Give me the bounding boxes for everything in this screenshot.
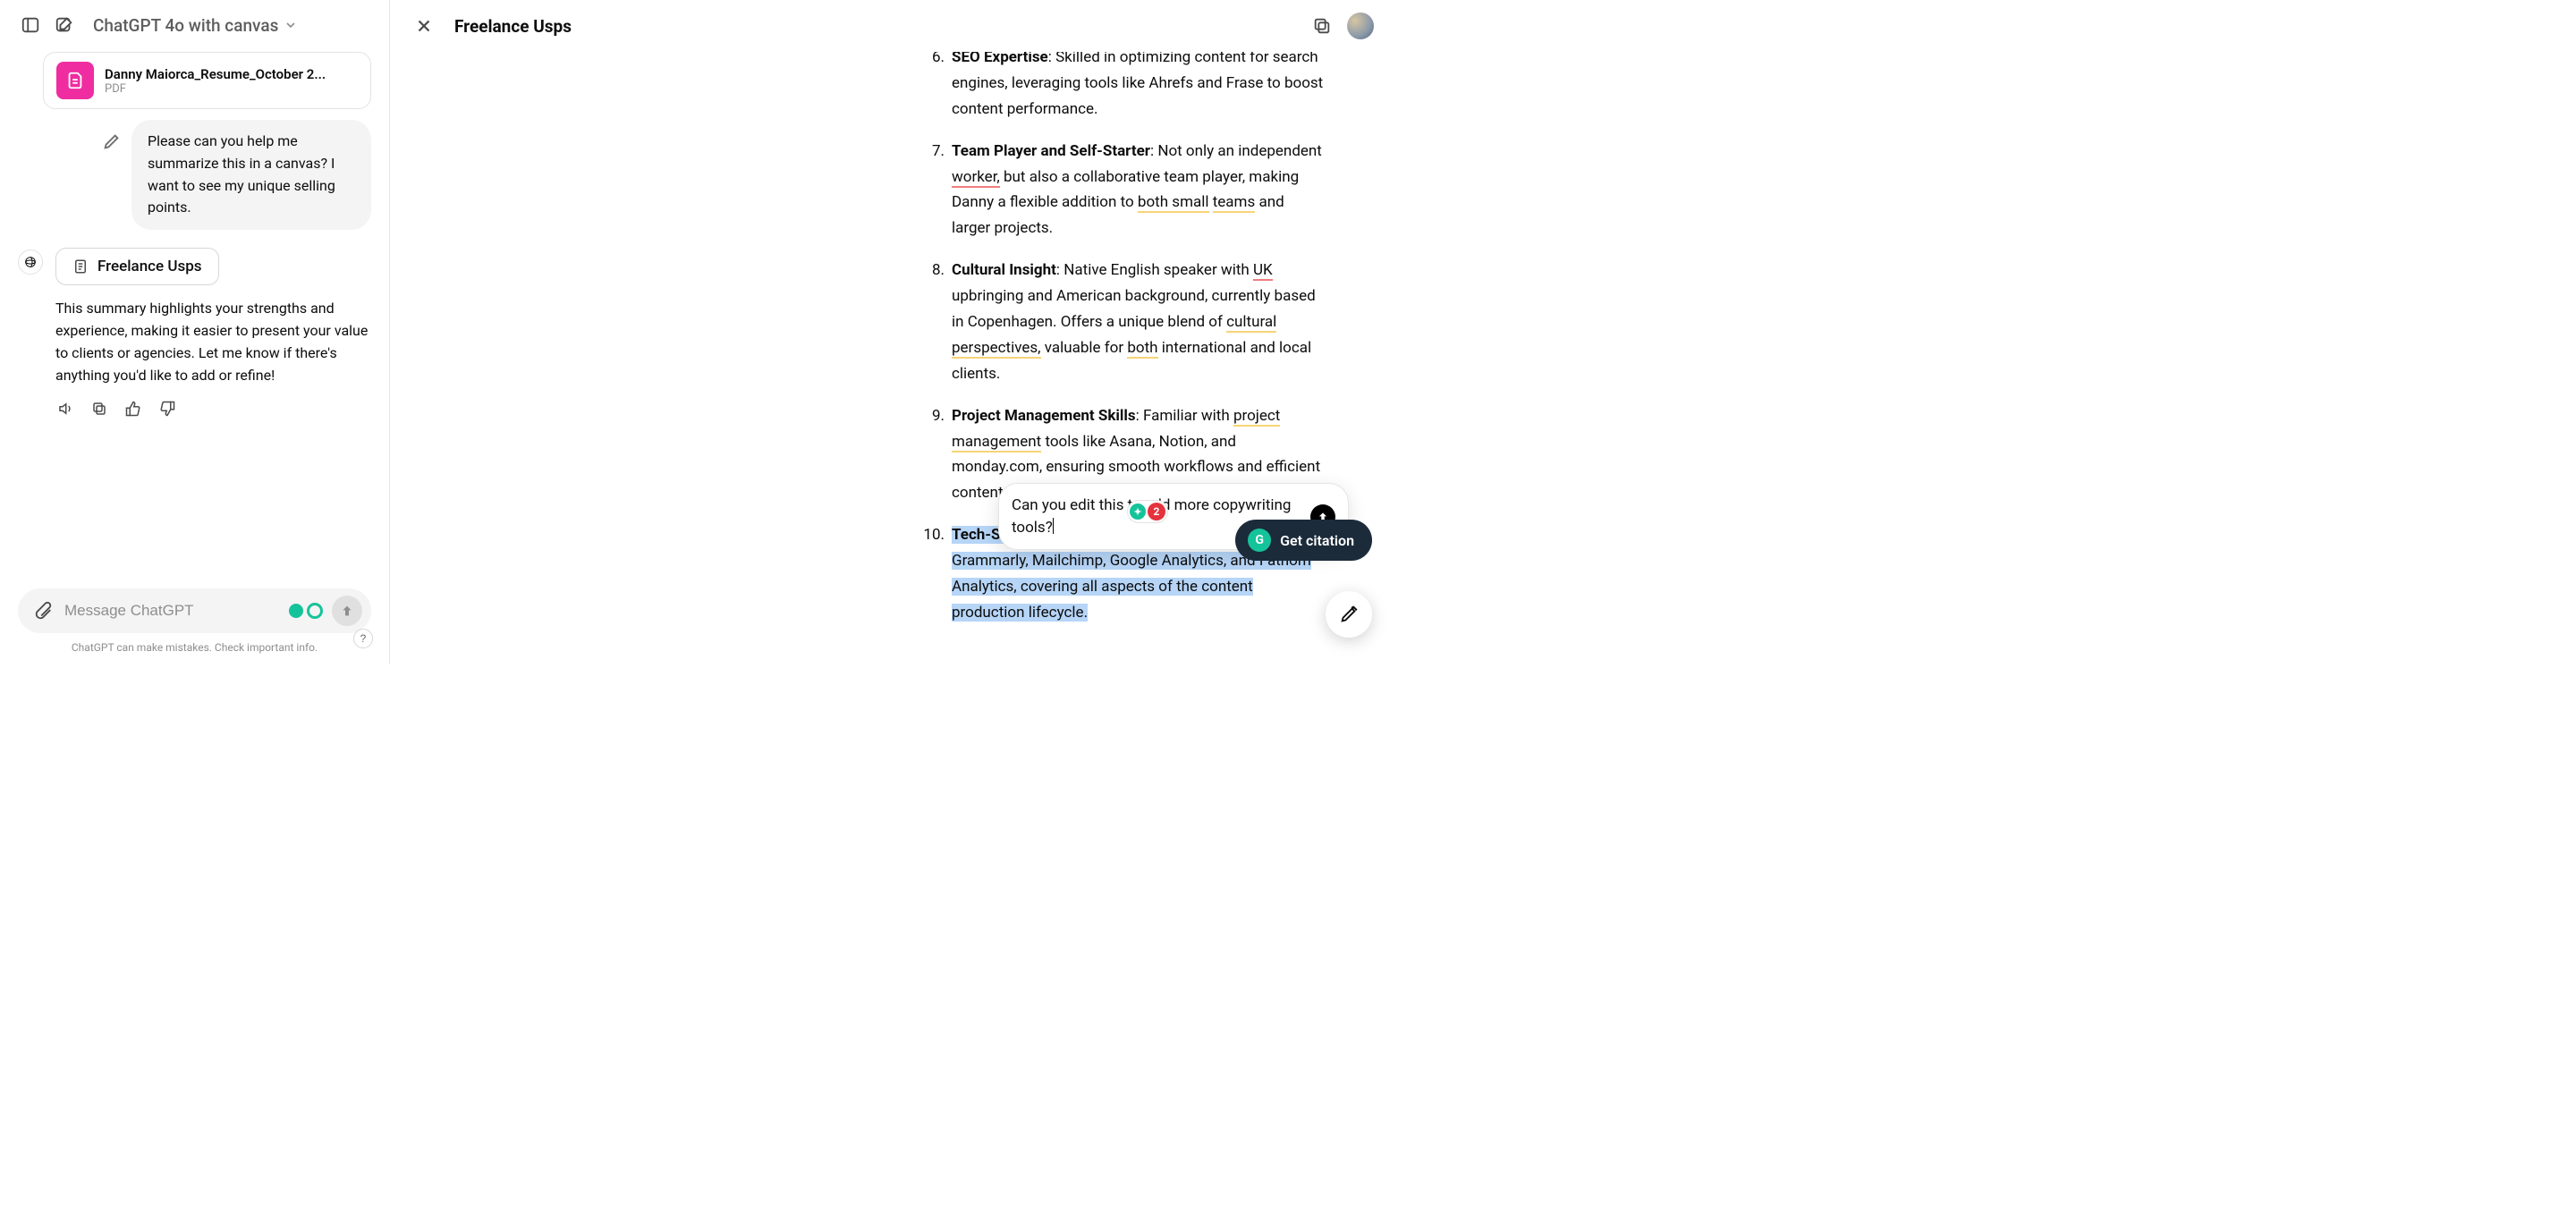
canvas-title: Freelance Usps (454, 16, 572, 37)
sidebar-icon (21, 15, 40, 35)
composer (18, 588, 371, 633)
help-button[interactable]: ? (353, 629, 373, 648)
item-text: : Native English speaker with (1056, 261, 1253, 279)
read-aloud-button[interactable] (55, 399, 75, 419)
send-button[interactable] (332, 596, 362, 626)
copy-button[interactable] (89, 399, 109, 419)
assistant-avatar (18, 250, 43, 275)
close-icon (414, 16, 434, 36)
grammarly-badge[interactable]: ✦ 2 (1127, 500, 1168, 523)
thumbs-down-icon (159, 401, 175, 417)
document-icon (72, 258, 89, 275)
item-text: : Familiar with (1136, 407, 1233, 425)
attach-button[interactable] (30, 598, 55, 623)
item-title: SEO Expertise (952, 52, 1048, 66)
composer-area: ChatGPT can make mistakes. Check importa… (0, 588, 389, 664)
user-message-text: Please can you help me summarize this in… (148, 132, 335, 216)
thumbs-up-button[interactable] (123, 399, 143, 419)
message-actions (55, 399, 371, 419)
grammarly-icon: ✦ (1130, 503, 1146, 520)
attachment-texts: Danny Maiorca_Resume_October 2... PDF (105, 66, 326, 96)
grammarly-issue-count: 2 (1148, 503, 1165, 520)
pencil-plus-icon (1339, 605, 1359, 624)
assistant-message-text: This summary highlights your strengths a… (55, 298, 371, 386)
copy-canvas-button[interactable] (1309, 13, 1335, 38)
pencil-icon (102, 131, 122, 151)
arrow-up-icon (340, 604, 354, 618)
assistant-body: Freelance Usps This summary highlights y… (55, 248, 371, 419)
canvas-header: Freelance Usps (390, 0, 1395, 52)
canvas-edit-fab[interactable] (1326, 591, 1372, 638)
chat-sidebar: ChatGPT 4o with canvas Danny Maiorca_Res… (0, 0, 390, 664)
grammarly-ring-icon (307, 603, 323, 619)
item-text: valuable for (1041, 339, 1128, 357)
grammar-underline[interactable]: teams (1213, 193, 1256, 213)
paperclip-icon (33, 601, 53, 621)
toggle-sidebar-button[interactable] (18, 13, 43, 38)
grammarly-indicator[interactable] (289, 603, 323, 619)
get-citation-label: Get citation (1280, 532, 1354, 549)
copy-stack-icon (1312, 16, 1332, 36)
edit-square-icon (55, 15, 74, 35)
spellcheck-underline[interactable]: worker, (952, 168, 1000, 188)
openai-icon (23, 255, 38, 269)
close-canvas-button[interactable] (411, 13, 436, 38)
file-pdf-icon (56, 62, 94, 99)
disclaimer-text: ChatGPT can make mistakes. Check importa… (18, 640, 371, 656)
canvas-chip-label: Freelance Usps (97, 258, 202, 275)
thumbs-up-icon (125, 401, 141, 417)
user-avatar[interactable] (1347, 13, 1374, 39)
list-item[interactable]: Team Player and Self-Starter: Not only a… (918, 139, 1324, 242)
copy-icon (91, 401, 107, 417)
attachment-filename: Danny Maiorca_Resume_October 2... (105, 66, 326, 82)
list-item[interactable]: SEO Expertise: Skilled in optimizing con… (918, 52, 1324, 123)
assistant-message-row: Freelance Usps This summary highlights y… (18, 248, 371, 419)
sidebar-header: ChatGPT 4o with canvas (0, 0, 389, 47)
grammarly-logo-icon: G (1248, 529, 1271, 552)
item-text: : Not only an independent (1150, 142, 1322, 160)
user-message-bubble: Please can you help me summarize this in… (131, 120, 371, 230)
text-cursor (1053, 518, 1054, 534)
item-title: Team Player and Self-Starter (952, 142, 1150, 160)
canvas-document: SEO Expertise: Skilled in optimizing con… (828, 52, 1395, 664)
grammar-underline[interactable]: both small (1138, 193, 1209, 213)
canvas-pane: Freelance Usps SEO Expertise: Skilled in… (390, 0, 1395, 664)
grammarly-dot-icon (289, 604, 303, 618)
list-item[interactable]: Cultural Insight: Native English speaker… (918, 258, 1324, 386)
chevron-down-icon (284, 18, 298, 32)
canvas-document-scroll[interactable]: SEO Expertise: Skilled in optimizing con… (390, 52, 1395, 664)
attachment-card[interactable]: Danny Maiorca_Resume_October 2... PDF (43, 52, 371, 109)
edit-message-button[interactable] (99, 129, 124, 154)
model-selector[interactable]: ChatGPT 4o with canvas (93, 15, 298, 36)
new-chat-button[interactable] (52, 13, 77, 38)
user-message-row: Please can you help me summarize this in… (18, 120, 371, 230)
spellcheck-underline[interactable]: UK (1253, 261, 1273, 281)
canvas-header-right (1309, 13, 1374, 39)
canvas-chip[interactable]: Freelance Usps (55, 248, 219, 285)
attachment-filetype: PDF (105, 82, 326, 96)
speaker-icon (57, 401, 73, 417)
model-label: ChatGPT 4o with canvas (93, 15, 278, 36)
thumbs-down-button[interactable] (157, 399, 177, 419)
grammar-underline[interactable]: both (1127, 339, 1157, 359)
app-root: ChatGPT 4o with canvas Danny Maiorca_Res… (0, 0, 1395, 664)
get-citation-button[interactable]: G Get citation (1235, 520, 1372, 561)
item-title: Project Management Skills (952, 407, 1136, 425)
conversation-scroll: Danny Maiorca_Resume_October 2... PDF Pl… (0, 47, 389, 588)
item-title: Cultural Insight (952, 261, 1056, 279)
composer-input[interactable] (64, 602, 280, 620)
